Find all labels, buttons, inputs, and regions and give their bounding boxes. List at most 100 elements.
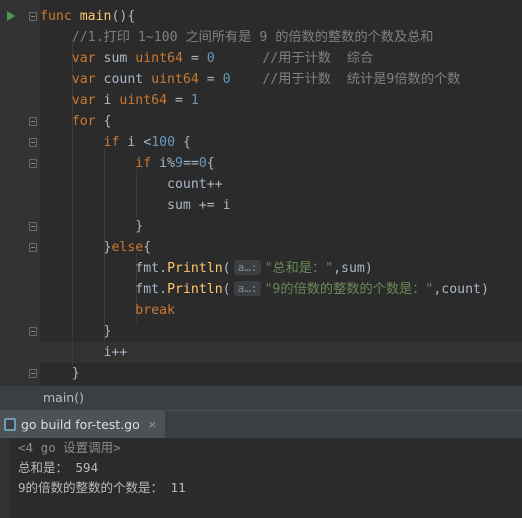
code-token: uint64: [119, 93, 168, 108]
code-token: for: [71, 114, 96, 129]
code-token: var: [71, 72, 104, 87]
run-toolwindow-tabs: go build for-test.go ×: [0, 410, 522, 439]
code-line[interactable]: if i <100 {: [40, 132, 191, 153]
breadcrumb-label[interactable]: main(): [43, 390, 84, 405]
fold-marker-icon[interactable]: [29, 243, 37, 252]
code-line[interactable]: i++: [40, 342, 128, 363]
code-line[interactable]: }: [40, 321, 112, 342]
code-token: i <: [119, 135, 152, 150]
code-token: =: [198, 72, 223, 87]
tab-run-config[interactable]: go build for-test.go ×: [0, 411, 165, 438]
code-token: "9的倍数的整数的个数是：": [264, 282, 434, 297]
code-token: 0: [198, 156, 207, 171]
fold-marker-icon[interactable]: [29, 222, 37, 231]
code-token: sum: [103, 51, 136, 66]
code-editor[interactable]: func main(){ //1.打印 1~100 之间所有是 9 的倍数的整数…: [0, 0, 522, 385]
code-token: func: [40, 9, 80, 24]
code-token: =: [182, 51, 207, 66]
code-token: Println: [167, 282, 223, 297]
parameter-hint: a…:: [233, 281, 262, 296]
code-line[interactable]: break: [40, 300, 175, 321]
code-token: main: [79, 9, 112, 24]
code-token: count: [103, 72, 152, 87]
code-token: }: [40, 240, 112, 255]
code-token: {: [175, 135, 191, 150]
code-token: fmt: [135, 261, 160, 276]
code-token: fmt: [135, 282, 160, 297]
code-token: "总和是：": [264, 261, 334, 276]
code-line[interactable]: for {: [40, 111, 112, 132]
code-token: sum += i: [40, 198, 231, 213]
code-line[interactable]: var count uint64 = 0 //用于计数 统计是9倍数的个数: [40, 69, 461, 90]
run-icon[interactable]: [7, 11, 15, 21]
code-token: }: [40, 324, 112, 339]
code-token: }: [40, 366, 80, 381]
code-token: .: [159, 282, 168, 297]
code-token: (: [222, 261, 231, 276]
code-token: i++: [40, 345, 128, 360]
code-token: //用于计数 统计是9倍数的个数: [230, 72, 461, 87]
fold-marker-icon[interactable]: [29, 117, 37, 126]
run-console[interactable]: <4 go 设置调用> 总和是： 594 9的倍数的整数的个数是： 11: [0, 438, 522, 518]
code-token: Println: [167, 261, 223, 276]
code-line[interactable]: }: [40, 216, 143, 237]
code-token: //1.打印 1~100 之间所有是 9 的倍数的整数的个数及总和: [40, 30, 434, 45]
fold-marker-icon[interactable]: [29, 12, 37, 21]
code-token: (: [222, 282, 231, 297]
code-line[interactable]: fmt.Println(a…: "9的倍数的整数的个数是：",count): [40, 279, 489, 300]
close-icon[interactable]: ×: [148, 418, 157, 431]
fold-marker-icon[interactable]: [29, 369, 37, 378]
code-token: var: [71, 93, 104, 108]
console-gutter: [0, 438, 10, 518]
code-line[interactable]: var i uint64 = 1: [40, 90, 199, 111]
code-token: .: [159, 261, 168, 276]
code-token: =: [167, 93, 191, 108]
code-token: 100: [151, 135, 176, 150]
code-token: if: [135, 156, 152, 171]
code-line[interactable]: //1.打印 1~100 之间所有是 9 的倍数的整数的个数及总和: [40, 27, 434, 48]
breadcrumb[interactable]: main(): [0, 385, 522, 410]
code-token: 0: [206, 51, 215, 66]
code-token: {: [95, 114, 112, 129]
code-token: ,sum): [333, 261, 373, 276]
code-token: (){: [111, 9, 136, 24]
code-token: ==: [182, 156, 199, 171]
code-token: uint64: [151, 72, 199, 87]
run-tab-label: go build for-test.go: [21, 417, 140, 432]
code-line[interactable]: fmt.Println(a…: "总和是：",sum): [40, 258, 373, 279]
code-token: }: [40, 219, 144, 234]
code-token: 0: [222, 72, 231, 87]
code-token: else: [111, 240, 144, 255]
console-line: 总和是： 594: [18, 460, 99, 475]
code-token: var: [71, 51, 104, 66]
console-line: 9的倍数的整数的个数是： 11: [18, 480, 186, 495]
code-line[interactable]: sum += i: [40, 195, 231, 216]
code-line[interactable]: var sum uint64 = 0 //用于计数 综合: [40, 48, 373, 69]
code-token: //用于计数 综合: [214, 51, 374, 66]
code-line[interactable]: }else{: [40, 237, 152, 258]
code-line[interactable]: if i%9==0{: [40, 153, 214, 174]
fold-marker-icon[interactable]: [29, 138, 37, 147]
code-token: uint64: [135, 51, 183, 66]
code-line[interactable]: }: [40, 363, 80, 384]
code-token: 1: [190, 93, 199, 108]
code-token: 9: [175, 156, 183, 171]
code-line[interactable]: func main(){: [40, 6, 135, 27]
console-line: <4 go 设置调用>: [18, 440, 121, 455]
code-line[interactable]: count++: [40, 174, 223, 195]
code-token: i: [103, 93, 120, 108]
code-token: ,count): [433, 282, 489, 297]
fold-marker-icon[interactable]: [29, 327, 37, 336]
fold-marker-icon[interactable]: [29, 159, 37, 168]
code-token: {: [143, 240, 152, 255]
parameter-hint: a…:: [233, 260, 262, 275]
